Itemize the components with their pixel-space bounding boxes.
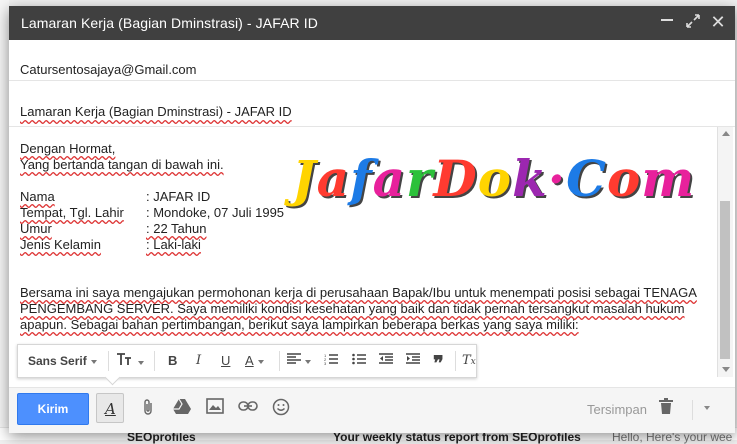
field-value: : Laki-laki	[146, 237, 201, 252]
compose-window: Lamaran Kerja (Bagian Dminstrasi) - JAFA…	[9, 6, 735, 433]
subject-text: Lamaran Kerja (Bagian Dminstrasi) - JAFA…	[20, 104, 292, 119]
insert-photo-icon[interactable]	[206, 398, 224, 418]
field-label: Nama	[20, 189, 55, 204]
subject-field[interactable]: Lamaran Kerja (Bagian Dminstrasi) - JAFA…	[9, 82, 735, 127]
field-row: Jenis Kelamin : Laki-laki	[20, 237, 710, 253]
underline-button[interactable]: U	[221, 352, 230, 370]
paragraph-line: PENGEMBANG SERVER. Saya memiliki kondisi…	[20, 301, 685, 316]
field-label: Tempat, Tgl. Lahir	[20, 205, 124, 220]
paragraph-line: apapun. Sebagai bahan pertimbangan, beri…	[20, 317, 579, 332]
watermark-logo: JafarDok·Com	[292, 149, 696, 208]
svg-text:3: 3	[324, 361, 327, 365]
font-family-select[interactable]: Sans Serif	[28, 352, 97, 370]
text-color-label: A	[245, 353, 254, 368]
recipient-email: Catursentosajaya@Gmail.com	[20, 62, 197, 77]
paragraph-line: Bersama ini saya mengajukan permohonan k…	[20, 285, 697, 300]
bulleted-list-icon[interactable]	[352, 352, 366, 370]
scroll-down-icon[interactable]	[722, 367, 730, 372]
text-size-icon[interactable]	[116, 352, 144, 370]
scroll-thumb[interactable]	[720, 201, 730, 359]
emoji-icon[interactable]	[272, 398, 290, 418]
text-color-button[interactable]: A	[245, 352, 264, 370]
field-value: : JAFAR ID	[146, 189, 211, 204]
field-value: : Mondoke, 07 Juli 1995	[146, 205, 285, 220]
compose-titlebar[interactable]: Lamaran Kerja (Bagian Dminstrasi) - JAFA…	[9, 6, 735, 40]
scroll-up-icon[interactable]	[722, 131, 730, 136]
bold-button[interactable]: B	[168, 352, 177, 370]
font-family-label: Sans Serif	[28, 354, 87, 368]
close-icon[interactable]: ✕	[710, 13, 726, 31]
recipients-field[interactable]: Catursentosajaya@Gmail.com	[9, 40, 735, 81]
google-drive-icon[interactable]	[173, 398, 191, 418]
attach-file-icon[interactable]	[142, 398, 154, 418]
align-icon[interactable]	[287, 352, 311, 370]
formatting-toolbar: Sans Serif B I U A 123 ❞ Tx	[17, 344, 477, 386]
quote-icon[interactable]: ❞	[433, 352, 444, 374]
background-inbox-edge	[0, 0, 9, 439]
italic-button[interactable]: I	[196, 352, 201, 370]
minimize-icon[interactable]	[661, 19, 673, 21]
field-label: Jenis Kelamin	[20, 237, 101, 252]
formatting-options-icon[interactable]: A	[96, 393, 124, 423]
draft-saved-status: Tersimpan	[587, 402, 647, 417]
discard-draft-icon[interactable]	[659, 398, 673, 418]
remove-formatting-icon[interactable]: Tx	[462, 352, 476, 370]
compose-title: Lamaran Kerja (Bagian Dminstrasi) - JAFA…	[21, 15, 318, 31]
body-scrollbar[interactable]	[717, 127, 733, 377]
compose-bottom-bar: Kirim A Tersimpan	[9, 387, 735, 433]
indent-more-icon[interactable]	[406, 352, 420, 370]
field-label: Umur	[20, 221, 52, 236]
insert-link-icon[interactable]	[238, 398, 258, 418]
indent-less-icon[interactable]	[379, 352, 393, 370]
field-row: Umur : 22 Tahun	[20, 221, 710, 237]
numbered-list-icon[interactable]: 123	[324, 352, 338, 370]
expand-icon[interactable]	[685, 14, 701, 30]
field-value: : 22 Tahun	[146, 221, 207, 236]
more-options-icon[interactable]	[704, 398, 710, 418]
send-button[interactable]: Kirim	[17, 393, 89, 425]
